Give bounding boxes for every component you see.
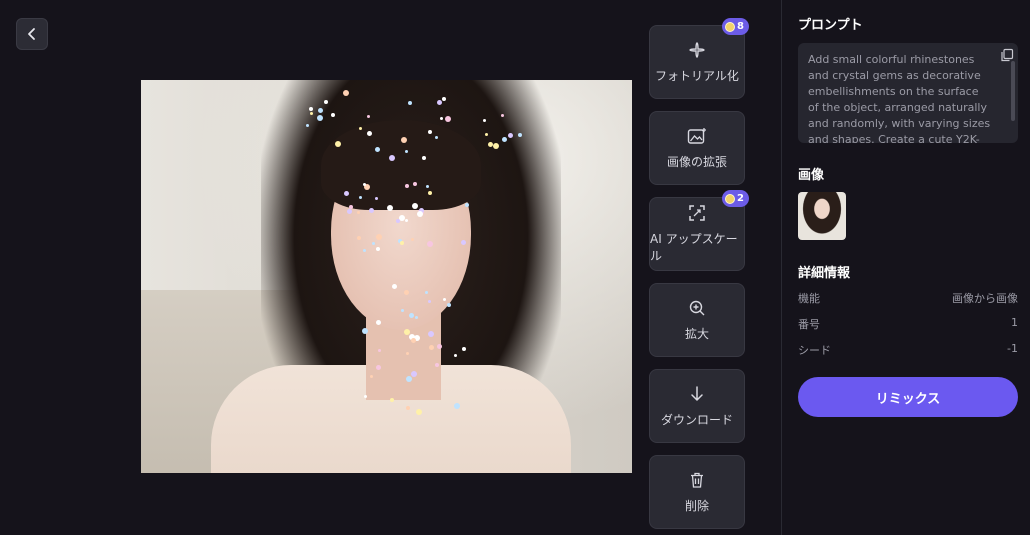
details-title: 詳細情報 [798,266,851,281]
tool-label: ダウンロード [660,412,733,427]
chevron-left-icon [28,28,35,40]
prompt-title: プロンプト [798,18,863,33]
detail-value: 画像から画像 [952,292,1018,305]
download-button[interactable]: ダウンロード [649,369,745,443]
image-expand-icon [687,127,706,144]
trash-icon [691,472,703,488]
upscale-icon [689,205,705,221]
prompt-text: Add small colorful rhinestones and cryst… [808,53,991,143]
source-image-thumbnail[interactable] [798,192,846,240]
credit-badge: 2 [722,190,749,207]
ai-upscale-button[interactable]: 2 AI アップスケール [649,190,749,271]
sparkle-plus-icon [689,41,705,58]
coin-icon [725,193,736,204]
tool-label: 削除 [684,498,709,513]
coin-icon [725,21,736,32]
delete-button[interactable]: 削除 [649,455,745,529]
copy-icon[interactable] [1000,48,1014,62]
zoom-in-button[interactable]: 拡大 [649,283,745,357]
credit-badge: 8 [722,18,749,35]
tool-label: AI アップスケール [650,232,738,263]
detail-row: シード -1 [798,342,1018,358]
detail-value: -1 [1007,342,1018,355]
prompt-textbox[interactable]: Add small colorful rhinestones and cryst… [798,43,1018,143]
tool-label: 画像の拡張 [666,154,727,169]
zoom-in-icon [689,300,705,315]
detail-key: 機能 [798,292,820,305]
tool-label: フォトリアル化 [655,68,739,83]
back-button[interactable] [16,18,48,50]
detail-row: 番号 1 [798,316,1018,332]
detail-value: 1 [1011,316,1018,329]
detail-key: 番号 [798,318,820,331]
photoreal-button[interactable]: 8 フォトリアル化 [649,18,749,99]
detail-row: 機能 画像から画像 [798,290,1018,306]
remix-button[interactable]: リミックス [798,377,1018,417]
panel-divider [781,0,782,535]
image-title: 画像 [798,168,825,183]
download-icon [691,385,703,401]
expand-image-button[interactable]: 画像の拡張 [649,111,745,185]
tool-label: 拡大 [684,326,709,341]
scrollbar[interactable] [1011,61,1015,121]
generated-image-preview [141,80,632,473]
detail-key: シード [798,344,831,357]
